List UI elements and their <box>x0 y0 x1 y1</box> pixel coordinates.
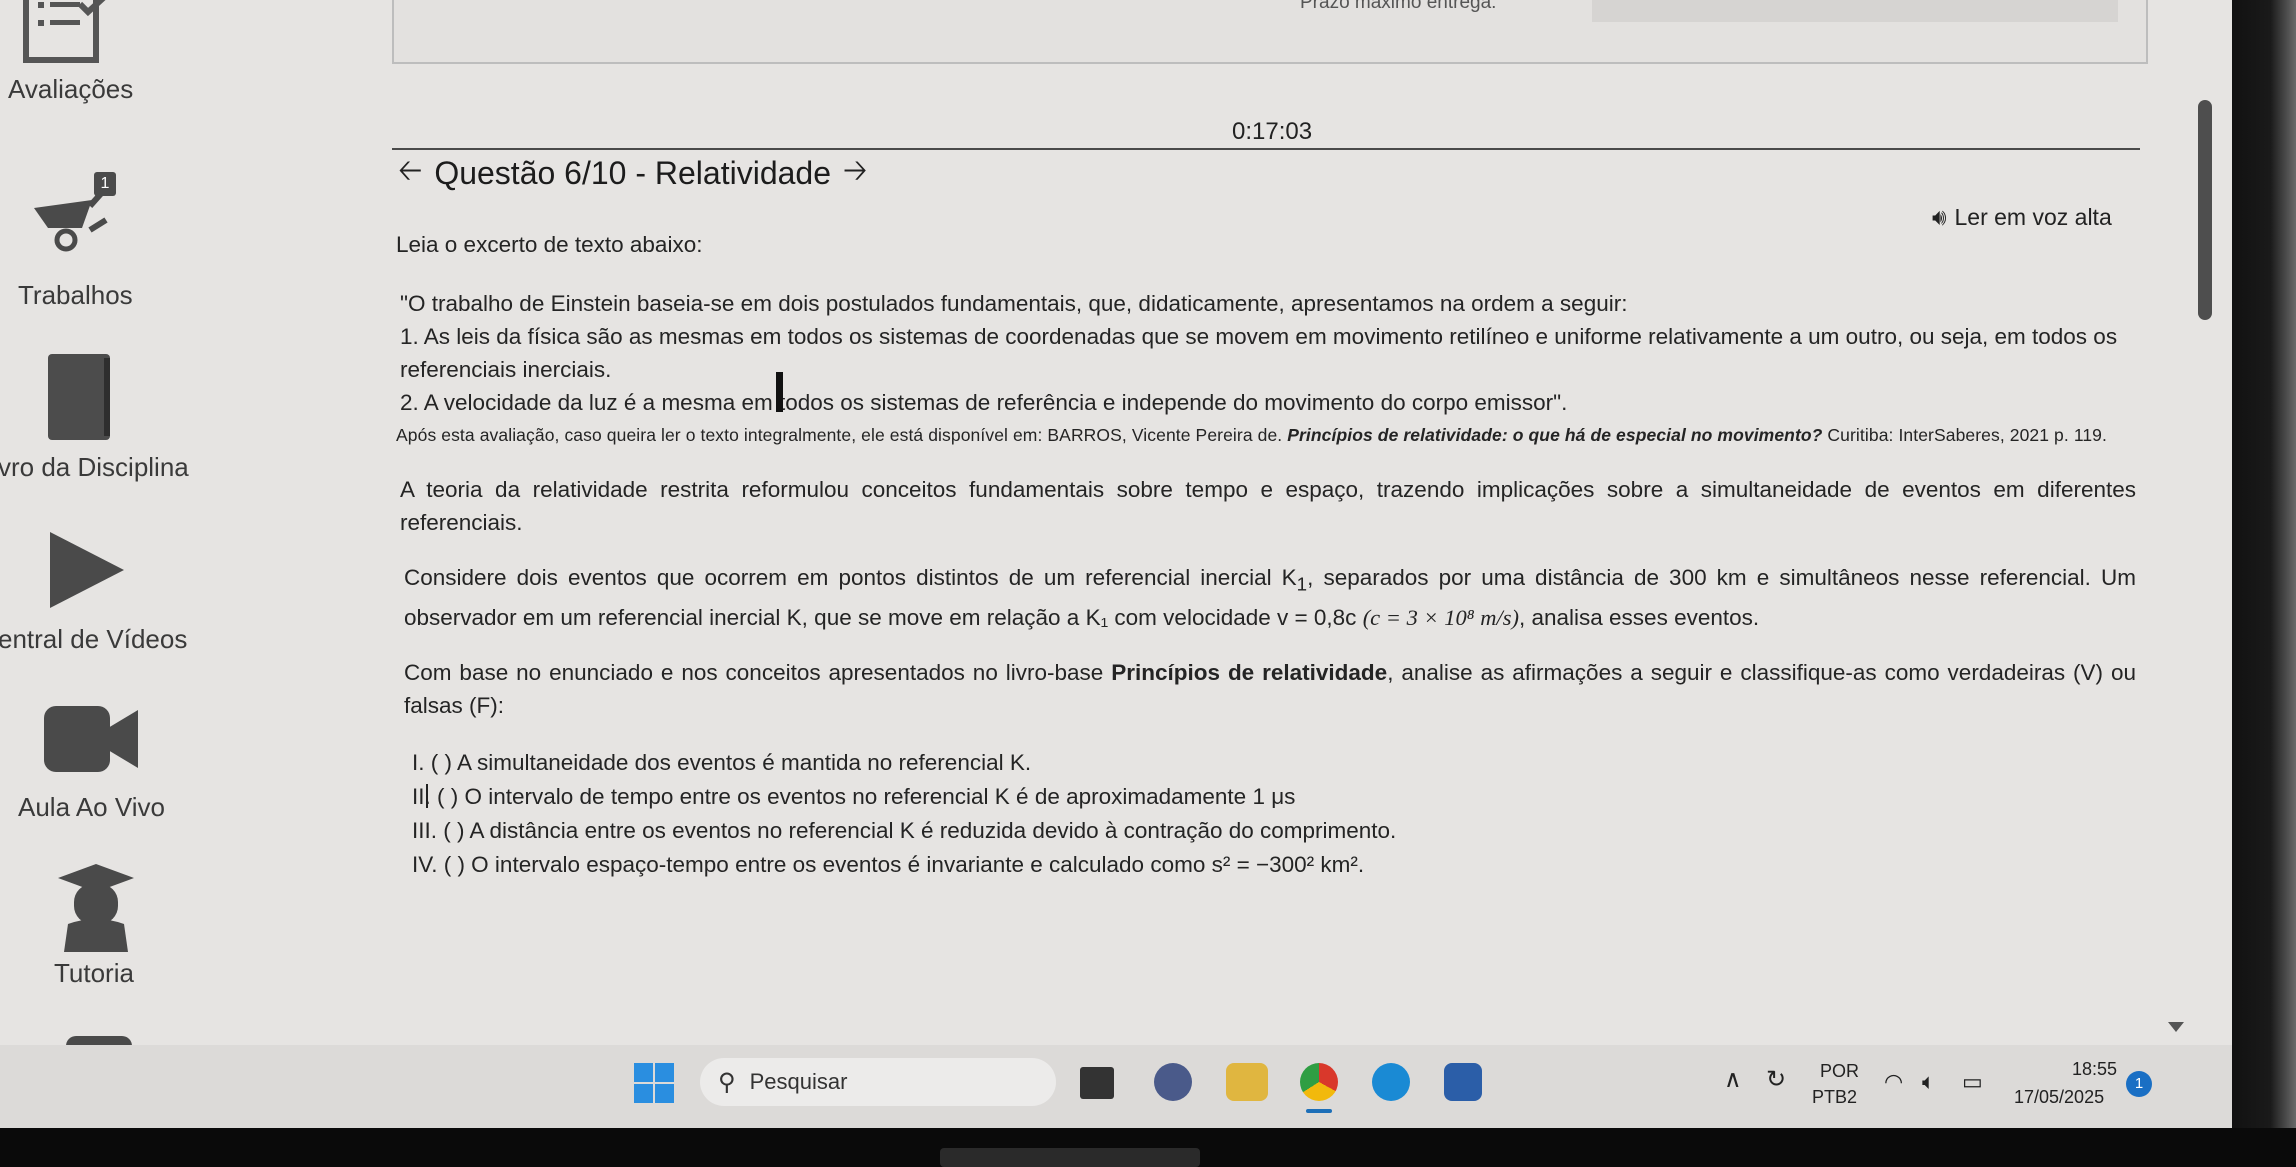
source-prefix: Após esta avaliação, caso queira ler o t… <box>396 425 1283 445</box>
monitor-bezel-right <box>2232 0 2296 1167</box>
sidebar-item-label: Avaliações <box>8 74 134 104</box>
taskbar: ⚲ Pesquisar ∧ ↻ POR PTB2 ◠ 🔈︎ ▭ 18:55 17… <box>0 1045 2232 1128</box>
chrome-icon[interactable] <box>1300 1063 1338 1101</box>
paragraph-2-a: Considere dois eventos que ocorrem em po… <box>404 565 1297 590</box>
edge-icon[interactable] <box>1372 1063 1410 1101</box>
file-explorer-icon[interactable] <box>1226 1063 1268 1101</box>
video-camera-icon <box>44 706 138 772</box>
text-cursor <box>776 372 783 412</box>
task-view-icon[interactable] <box>1080 1067 1114 1099</box>
notification-badge: 1 <box>94 172 116 196</box>
windows-start-icon[interactable] <box>634 1063 674 1103</box>
sidebar-item-label: Trabalhos <box>18 280 133 310</box>
quote-item-2: 2. A velocidade da luz é a mesma em todo… <box>400 390 1568 415</box>
book-title: Princípios de relatividade <box>1111 659 1388 685</box>
play-icon <box>50 532 124 608</box>
book-icon <box>48 354 110 440</box>
notification-badge[interactable]: 1 <box>2126 1071 2152 1097</box>
chat-icon[interactable] <box>1154 1063 1192 1101</box>
statement-item: I. ( ) A simultaneidade dos eventos é ma… <box>412 749 1032 775</box>
sidebar-item-label: Tutoria <box>54 958 134 988</box>
quote-line: "O trabalho de Einstein baseia-se em doi… <box>400 291 1628 316</box>
statements-list: I. ( ) A simultaneidade dos eventos é ma… <box>396 746 2136 882</box>
search-placeholder: Pesquisar <box>749 1069 848 1094</box>
language-top[interactable]: POR <box>1820 1061 1859 1082</box>
paragraph-2-c: , analisa esses eventos. <box>1518 604 1760 630</box>
store-icon[interactable] <box>1444 1063 1482 1101</box>
speaker-icon: 🔊︎ <box>1932 204 1947 230</box>
source-title: Princípios de relatividade: o que há de … <box>1287 425 1823 445</box>
question-content: Leia o excerto de texto abaixo: "O traba… <box>396 228 2136 882</box>
speed-of-light-formula: (c = 3 × 10⁸ m/s) <box>1362 604 1519 630</box>
graduate-icon <box>58 864 134 952</box>
deadline-label: Prazo máximo entrega: <box>1300 0 1497 13</box>
arrow-right-icon[interactable]: 🡢 <box>843 148 867 199</box>
subscript: 1 <box>1296 573 1308 595</box>
quote-item-1: 1. As leis da física são as mesmas em to… <box>400 324 2118 382</box>
paragraph-3: Com base no enunciado e nos conceitos ap… <box>396 656 2136 722</box>
paragraph-2: Considere dois eventos que ocorrem em po… <box>396 561 2136 634</box>
sidebar-item-label: vro da Disciplina <box>0 452 189 482</box>
clock-time[interactable]: 18:55 <box>2072 1059 2117 1080</box>
statement-item: III. ( ) A distância entre os eventos no… <box>412 817 1397 843</box>
scroll-down-icon[interactable] <box>2168 1022 2184 1032</box>
battery-icon[interactable]: ▭ <box>1962 1069 1983 1095</box>
screen: Avaliações 1 Trabalhos vro da Disciplina <box>0 0 2232 1128</box>
timer: 0:17:03 <box>1232 118 1313 145</box>
read-aloud-button[interactable]: 🔊︎ Ler em voz alta <box>1932 204 2112 231</box>
intro-text: Leia o excerto de texto abaixo: <box>396 232 703 257</box>
statement-item: IV. ( ) O intervalo espaço-tempo entre o… <box>412 851 1365 877</box>
sidebar: Avaliações 1 Trabalhos vro da Disciplina <box>0 0 360 1046</box>
paragraph-1: A teoria da relatividade restrita reform… <box>400 477 2136 535</box>
source-suffix: Curitiba: InterSaberes, 2021 p. 119. <box>1827 425 2107 445</box>
read-aloud-label: Ler em voz alta <box>1954 204 2112 230</box>
source-citation: Após esta avaliação, caso queira ler o t… <box>396 419 2136 451</box>
sidebar-item-label: entral de Vídeos <box>0 624 188 654</box>
question-header: 🡠 Questão 6/10 - Relatividade 🡢 <box>398 152 867 194</box>
wifi-icon[interactable]: ◠ <box>1884 1069 1903 1095</box>
search-icon: ⚲ <box>718 1068 736 1096</box>
weather-icon[interactable]: ↻ <box>1766 1065 1786 1094</box>
taskbar-search[interactable]: ⚲ Pesquisar <box>700 1058 1056 1106</box>
arrow-left-icon[interactable]: 🡠 <box>398 148 422 199</box>
ibeam-cursor <box>426 784 428 808</box>
question-title: Questão 6/10 - Relatividade <box>434 154 831 191</box>
volume-icon[interactable]: 🔈︎ <box>1922 1069 1935 1095</box>
language-bottom[interactable]: PTB2 <box>1812 1087 1857 1108</box>
sidebar-item-label: Aula Ao Vivo <box>18 792 165 822</box>
scrollbar-thumb[interactable] <box>2198 100 2212 320</box>
checklist-icon <box>23 0 106 63</box>
clock-date[interactable]: 17/05/2025 <box>2014 1087 2104 1108</box>
active-app-indicator <box>1306 1109 1332 1113</box>
chevron-up-icon[interactable]: ∧ <box>1724 1065 1742 1094</box>
paragraph-3-a: Com base no enunciado e nos conceitos ap… <box>404 659 1112 685</box>
statement-item: II. ( ) O intervalo de tempo entre os ev… <box>412 783 1296 809</box>
divider <box>392 148 2140 150</box>
monitor-logo <box>940 1148 1200 1167</box>
deadline-field <box>1592 0 2118 22</box>
